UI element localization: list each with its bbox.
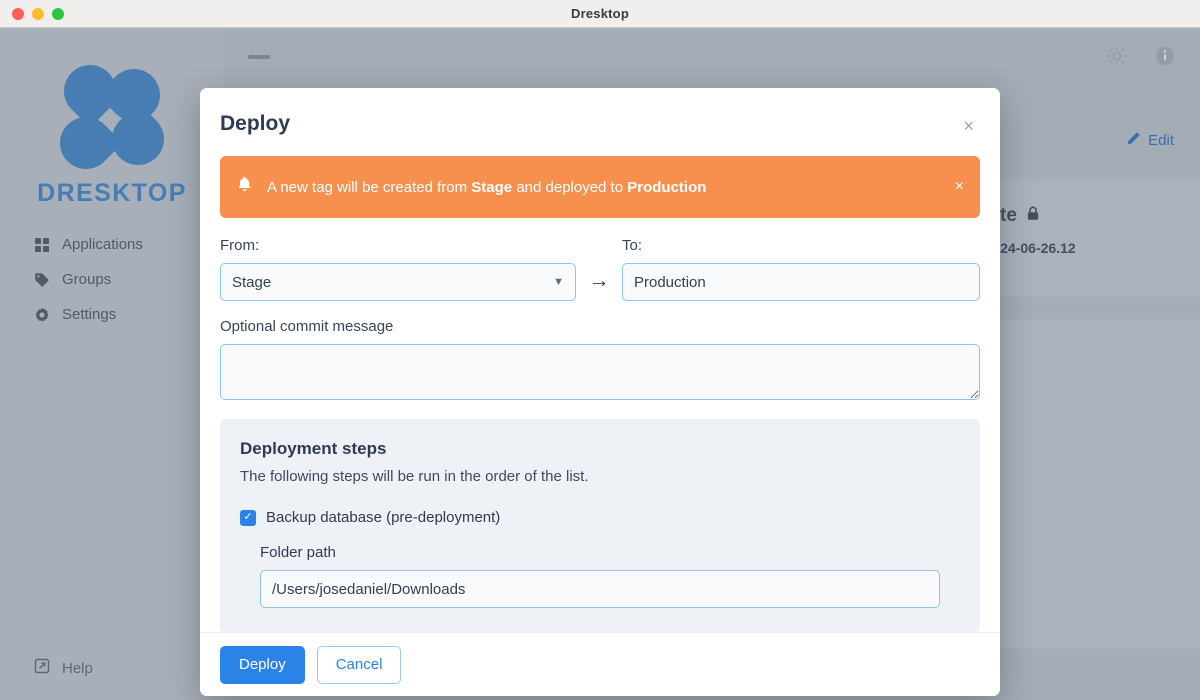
- to-input[interactable]: [622, 263, 980, 301]
- folder-path-input[interactable]: /Users/josedaniel/Downloads: [260, 570, 940, 608]
- to-field-group: To:: [622, 237, 980, 301]
- from-field-group: From: Stage ▼: [220, 237, 576, 301]
- commit-message-input[interactable]: [220, 344, 980, 400]
- folder-path-label: Folder path: [260, 544, 960, 561]
- to-label: To:: [622, 237, 980, 254]
- deploy-modal: Deploy × A new tag will be created from …: [200, 88, 1000, 696]
- deploy-alert: A new tag will be created from Stage and…: [220, 156, 980, 218]
- alert-text: A new tag will be created from Stage and…: [267, 179, 706, 196]
- bell-icon: [236, 176, 253, 198]
- backup-database-checkbox[interactable]: ✓: [240, 510, 256, 526]
- app-content: DRESKTOP Applications: [0, 29, 1200, 700]
- modal-footer: Deploy Cancel: [200, 632, 1000, 696]
- commit-message-label: Optional commit message: [220, 318, 980, 335]
- deployment-steps-title: Deployment steps: [240, 439, 960, 459]
- app-window: Dresktop DRESKTOP: [0, 0, 1200, 700]
- deployment-steps-description: The following steps will be run in the o…: [240, 468, 960, 485]
- window-title: Dresktop: [0, 6, 1200, 21]
- folder-path-group: Folder path /Users/josedaniel/Downloads: [240, 544, 960, 608]
- from-select-wrapper: Stage ▼: [220, 263, 576, 301]
- alert-target: Production: [627, 179, 706, 196]
- from-select[interactable]: Stage: [220, 263, 576, 301]
- cancel-button[interactable]: Cancel: [317, 646, 402, 684]
- close-icon[interactable]: ×: [963, 117, 974, 135]
- arrow-icon: →: [576, 269, 622, 301]
- modal-header: Deploy ×: [200, 88, 1000, 136]
- alert-close-icon[interactable]: ×: [955, 179, 964, 195]
- from-label: From:: [220, 237, 576, 254]
- backup-database-label: Backup database (pre-deployment): [266, 509, 500, 526]
- modal-title: Deploy: [220, 112, 976, 136]
- from-to-row: From: Stage ▼ → To:: [220, 237, 980, 301]
- alert-text-middle: and deployed to: [516, 179, 623, 196]
- deploy-button[interactable]: Deploy: [220, 646, 305, 684]
- alert-source: Stage: [471, 179, 512, 196]
- modal-body: A new tag will be created from Stage and…: [200, 136, 1000, 632]
- alert-text-before: A new tag will be created from: [267, 179, 467, 196]
- backup-database-row[interactable]: ✓ Backup database (pre-deployment): [240, 509, 960, 526]
- deployment-steps-panel: Deployment steps The following steps wil…: [220, 419, 980, 632]
- window-titlebar: Dresktop: [0, 0, 1200, 28]
